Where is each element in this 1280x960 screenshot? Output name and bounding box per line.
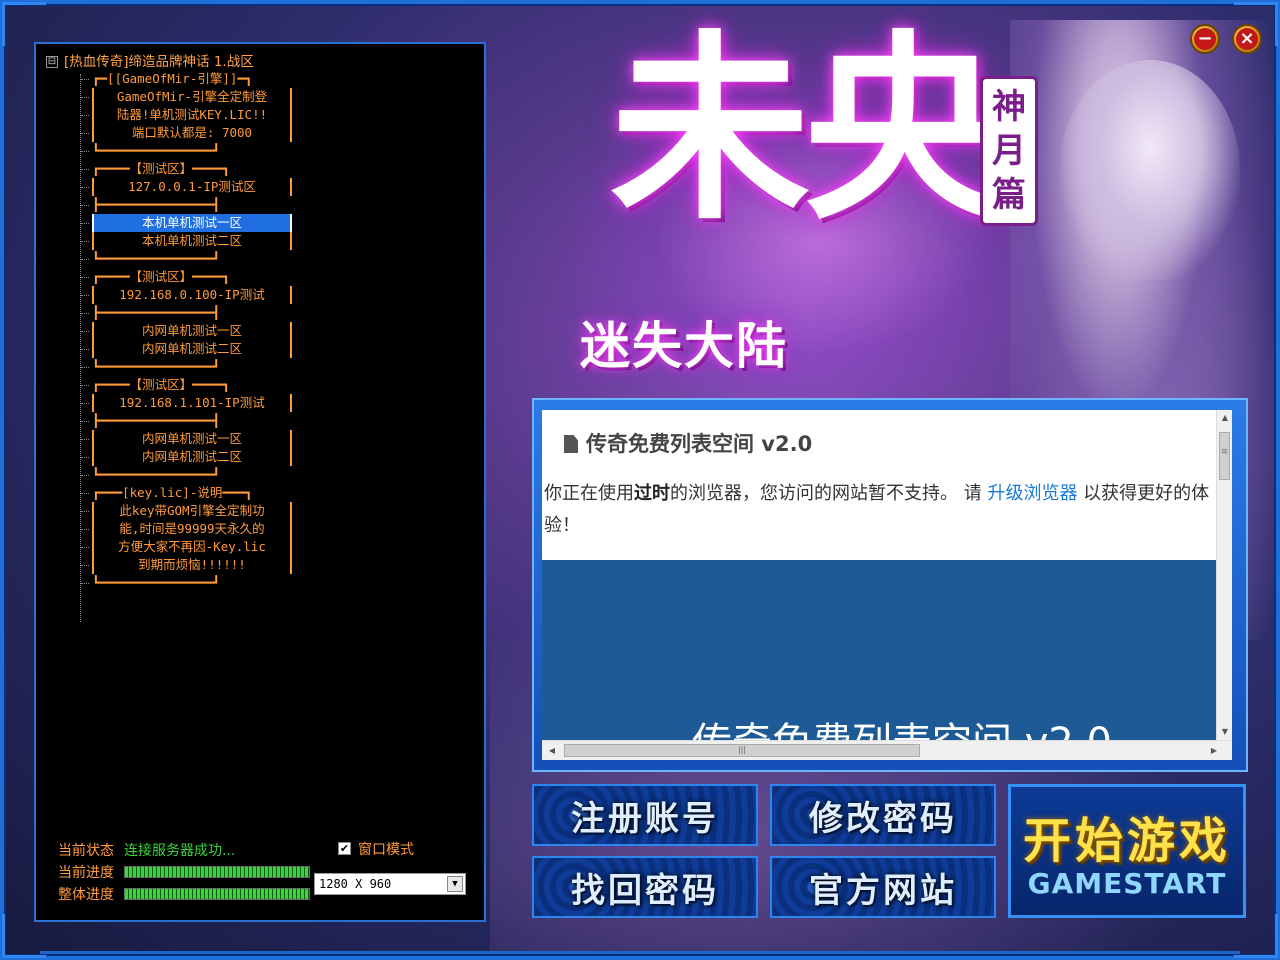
minimize-glyph: − [1197, 28, 1213, 49]
game-logo-title: 未央 [610, 12, 1004, 247]
horizontal-scrollbar[interactable]: ◀ ||| ▶ [542, 740, 1232, 760]
total-progress-label: 整体进度 [58, 887, 114, 903]
server-tree-item-label: ┗━━━━━━━━━━━━━━━┛ [92, 251, 220, 266]
frame-corner-ornament [1234, 914, 1278, 958]
current-progress-bar [124, 866, 310, 878]
warning-text-2: 的浏览器，您访问的网站暂不支持。 请 [670, 483, 988, 504]
server-tree-item-label: 192.168.0.100-IP测试 [92, 286, 292, 304]
frame-bottom-rule [40, 951, 1240, 954]
server-tree-item-label: ┗━━━━━━━━━━━━━━━┛ [92, 143, 220, 158]
server-tree-item-label: ┏━━━━【测试区】━━━━┓ [92, 269, 230, 284]
change-password-button[interactable]: 修改密码 [770, 784, 996, 846]
current-progress-fill [125, 867, 309, 877]
server-tree-item-label: ┗━━━━━━━━━━━━━━━┛ [92, 467, 220, 482]
current-progress-label: 当前进度 [58, 865, 114, 881]
server-tree-item-label: 本机单机测试二区 [92, 232, 292, 250]
vertical-scrollbar[interactable]: ▲ ≡ ▼ [1216, 410, 1232, 740]
news-hero-banner: 传奇免费列表空间 v2.0 [542, 560, 1218, 740]
server-tree-item-label: ┣━━━━━━━━━━━━━━━┫ [92, 413, 220, 428]
server-tree-item-label: ┏━━━[key.lic]-说明━━━┓ [92, 485, 253, 500]
scroll-down-icon[interactable]: ▼ [1217, 724, 1232, 740]
news-panel: 传奇免费列表空间 v2.0 你正在使用过时的浏览器，您访问的网站暂不支持。 请 … [532, 398, 1248, 772]
server-tree-item-label: 内网单机测试二区 [92, 448, 292, 466]
news-hero-title: 传奇免费列表空间 v2.0 [692, 710, 1112, 740]
news-title-text: 传奇免费列表空间 v2.0 [586, 432, 813, 456]
news-title: 传奇免费列表空间 v2.0 [564, 428, 812, 458]
register-account-button[interactable]: 注册账号 [532, 784, 758, 846]
status-state-value: 连接服务器成功... [124, 843, 236, 859]
server-tree-item-label: 陆器!单机测试KEY.LIC!! [92, 106, 292, 124]
frame-corner-ornament [2, 2, 46, 46]
warning-text-1: 你正在使用 [544, 483, 634, 504]
document-icon [564, 435, 578, 453]
server-tree-item-label: 127.0.0.1-IP测试区 [92, 178, 292, 196]
game-logo-subtitle: 迷失大陆 [580, 317, 788, 375]
window-mode-checkbox[interactable]: ✔ [338, 842, 351, 855]
server-tree-item-label: 到期而烦恼!!!!!! [92, 556, 292, 574]
close-icon: × [1236, 28, 1258, 50]
server-tree-item-label: 192.168.1.101-IP测试 [92, 394, 292, 412]
server-tree-item-label: 能,时间是99999天永久的 [92, 520, 292, 538]
total-progress-fill [125, 889, 309, 899]
server-tree-item-label: 端口默认都是: 7000 [92, 124, 292, 142]
total-progress-bar [124, 888, 310, 900]
server-tree-item-label: GameOfMir-引擎全定制登 [92, 88, 292, 106]
close-button[interactable]: × [1232, 24, 1262, 54]
start-game-english-label: GAMESTART [1027, 867, 1227, 900]
official-site-button[interactable]: 官方网站 [770, 856, 996, 918]
resolution-value: 1280 X 960 [319, 877, 392, 891]
news-browser: 传奇免费列表空间 v2.0 你正在使用过时的浏览器，您访问的网站暂不支持。 请 … [542, 410, 1232, 760]
server-tree-item-label: ┣━━━━━━━━━━━━━━━┫ [92, 305, 220, 320]
grip-icon: ≡ [1220, 447, 1229, 457]
server-tree-item-label: ┗━━━━━━━━━━━━━━━┛ [92, 359, 220, 374]
server-tree-item-label: ┏━━━━【测试区】━━━━┓ [92, 161, 230, 176]
server-tree-item-label: 内网单机测试一区 [92, 430, 292, 448]
server-tree-item-label: 本机单机测试一区 [92, 214, 292, 232]
browser-warning-message: 你正在使用过时的浏览器，您访问的网站暂不支持。 请 升级浏览器 以获得更好的体验… [544, 478, 1220, 542]
minimize-button[interactable]: − [1190, 24, 1220, 54]
recover-password-button[interactable]: 找回密码 [532, 856, 758, 918]
server-tree-item-label: 内网单机测试一区 [92, 322, 292, 340]
server-list-panel: ⊟ [热血传奇]缔造品牌神话 1.战区 ┏━[[GameOfMir-引擎]]━┓ G… [34, 42, 486, 922]
scroll-left-icon[interactable]: ◀ [544, 741, 560, 760]
resolution-select[interactable]: 1280 X 960 ▼ [314, 873, 466, 895]
upgrade-browser-link[interactable]: 升级浏览器 [987, 483, 1077, 504]
server-tree-item-label: 内网单机测试二区 [92, 340, 292, 358]
warning-bold: 过时 [634, 483, 670, 504]
close-glyph: × [1239, 28, 1255, 49]
server-tree-root-label: [热血传奇]缔造品牌神话 1.战区 [64, 54, 254, 70]
server-tree-item-label: ┣━━━━━━━━━━━━━━━┫ [92, 197, 220, 212]
scroll-right-icon[interactable]: ▶ [1206, 741, 1222, 760]
minimize-icon: − [1194, 28, 1216, 50]
server-tree-item-label: ┗━━━━━━━━━━━━━━━┛ [92, 575, 220, 590]
game-logo-tag: 神月篇 [980, 76, 1038, 226]
server-tree-item-label: ┏━[[GameOfMir-引擎]]━┓ [92, 71, 253, 86]
server-tree-item-label: 此key带GOM引擎全定制功 [92, 502, 292, 520]
server-tree-root[interactable]: ⊟ [热血传奇]缔造品牌神话 1.战区 [46, 50, 254, 70]
tree-guide-line [80, 74, 81, 622]
start-game-label: 开始游戏 [1022, 813, 1231, 869]
chevron-down-icon[interactable]: ▼ [447, 876, 463, 892]
scroll-up-icon[interactable]: ▲ [1217, 410, 1232, 426]
background-character-hair [1060, 60, 1240, 280]
window-mode-label: 窗口模式 [358, 842, 414, 858]
server-tree-item-label: ┏━━━━【测试区】━━━━┓ [92, 377, 230, 392]
vertical-scroll-thumb[interactable]: ≡ [1219, 432, 1230, 480]
status-state-label: 当前状态 [58, 843, 114, 859]
horizontal-scroll-thumb[interactable]: ||| [564, 744, 920, 757]
collapse-icon[interactable]: ⊟ [46, 56, 58, 68]
server-tree-item-label: 方便大家不再因-Key.lic [92, 538, 292, 556]
start-game-button[interactable]: 开始游戏 GAMESTART [1008, 784, 1246, 918]
